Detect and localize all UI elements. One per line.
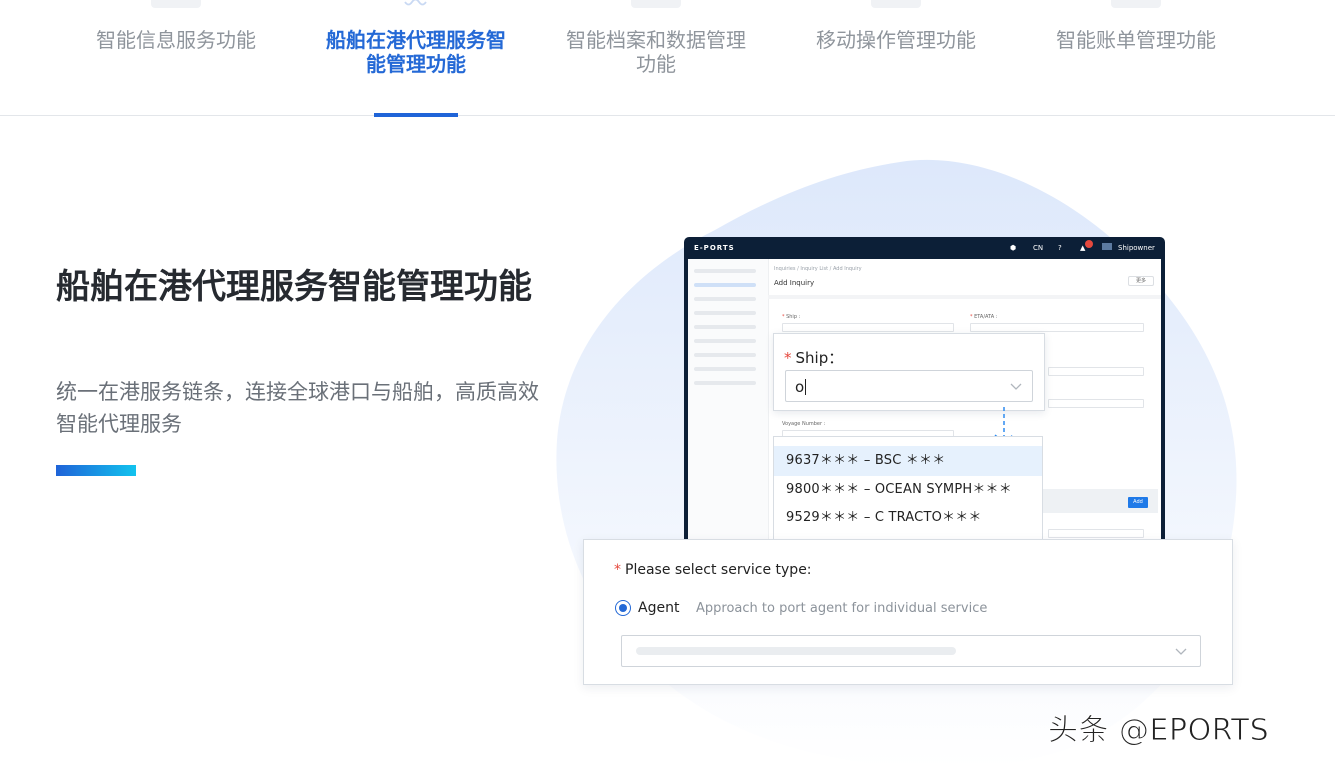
agent-radio-label[interactable]: Agent xyxy=(638,600,679,616)
divider xyxy=(768,295,1161,299)
tab-billing[interactable]: 智能账单管理功能 xyxy=(1036,0,1236,116)
form-field[interactable] xyxy=(1048,367,1144,376)
suggestion-item[interactable]: 9800＊＊＊ – OCEAN SYMPH＊＊＊ xyxy=(774,475,1042,505)
help-icon[interactable]: ? xyxy=(1058,244,1062,252)
ship-field[interactable] xyxy=(782,323,954,332)
app-sidebar xyxy=(688,259,769,547)
service-type-label: * Please select service type: xyxy=(614,562,812,578)
accent-bar xyxy=(56,465,136,476)
tab-icon-stub xyxy=(151,0,201,8)
user-menu[interactable]: Shipowner xyxy=(1118,244,1155,252)
tab-smart-info[interactable]: 智能信息服务功能 xyxy=(76,0,276,116)
add-button[interactable]: Add xyxy=(1128,497,1148,508)
ship-field-label: * Ship : xyxy=(782,314,801,320)
suggestion-item[interactable]: 9637＊＊＊ – BSC ＊＊＊ xyxy=(774,446,1042,476)
breadcrumb: Inquiries / Inquiry List / Add Inquiry xyxy=(774,266,862,272)
form-field[interactable] xyxy=(1048,399,1144,408)
tab-label: 船舶在港代理服务智能管理功能 xyxy=(326,28,506,76)
chevron-down-icon[interactable] xyxy=(1174,645,1188,657)
select-placeholder xyxy=(636,647,956,655)
tab-icon-stub xyxy=(1111,0,1161,8)
ship-input[interactable]: o xyxy=(785,370,1033,402)
tab-icon-stub xyxy=(871,0,921,8)
ship-callout-card: * Ship： o xyxy=(773,333,1045,411)
eta-field[interactable] xyxy=(970,323,1144,332)
service-type-card: * Please select service type: Agent Appro… xyxy=(583,539,1233,685)
service-select[interactable] xyxy=(621,635,1201,667)
ship-suggestion-list: 9637＊＊＊ – BSC ＊＊＊ 9800＊＊＊ – OCEAN SYMPH＊… xyxy=(773,436,1043,540)
sidebar-item[interactable] xyxy=(694,367,756,371)
text-caret xyxy=(805,379,806,395)
tab-label: 智能信息服务功能 xyxy=(96,28,256,52)
language-switch[interactable]: CN xyxy=(1033,244,1043,252)
form-field[interactable] xyxy=(1048,529,1144,538)
tab-label: 移动操作管理功能 xyxy=(816,28,976,52)
more-button[interactable]: 更多 xyxy=(1128,276,1154,286)
sidebar-item[interactable] xyxy=(694,339,756,343)
tab-label: 智能账单管理功能 xyxy=(1056,28,1216,52)
chevron-down-icon[interactable] xyxy=(1009,380,1023,392)
sidebar-item[interactable] xyxy=(694,283,756,287)
agent-radio[interactable] xyxy=(615,600,631,616)
wave-icon xyxy=(404,0,427,6)
sidebar-item[interactable] xyxy=(694,311,756,315)
sidebar-item[interactable] xyxy=(694,269,756,273)
watermark: 头条 @EPORTS xyxy=(1047,713,1270,749)
feature-subtitle: 统一在港服务链条，连接全球港口与船舶，高质高效智能代理服务 xyxy=(56,380,539,436)
page-title: Add Inquiry xyxy=(774,279,815,287)
cube-icon[interactable]: ⬢ xyxy=(1010,244,1016,252)
tab-port-agency[interactable]: 船舶在港代理服务智能管理功能 xyxy=(316,0,516,117)
ship-label: * Ship： xyxy=(784,349,844,367)
ship-input-value: o xyxy=(795,378,805,396)
sidebar-item[interactable] xyxy=(694,353,756,357)
tab-mobile-ops[interactable]: 移动操作管理功能 xyxy=(796,0,996,116)
avatar[interactable] xyxy=(1102,243,1112,250)
tab-archive-data[interactable]: 智能档案和数据管理功能 xyxy=(556,0,756,116)
voyage-field-label: Voyage Number : xyxy=(782,421,826,427)
suggestion-item[interactable]: 9529＊＊＊ – C TRACTO＊＊＊ xyxy=(774,503,1042,533)
sidebar-item[interactable] xyxy=(694,381,756,385)
notification-badge xyxy=(1085,240,1093,248)
agent-description: Approach to port agent for individual se… xyxy=(696,601,988,616)
feature-tab-bar: 智能信息服务功能 船舶在港代理服务智能管理功能 智能档案和数据管理功能 移动操作… xyxy=(0,0,1335,117)
tab-icon-stub xyxy=(631,0,681,8)
sidebar-item[interactable] xyxy=(694,297,756,301)
feature-title: 船舶在港代理服务智能管理功能 xyxy=(56,267,532,307)
active-tab-indicator xyxy=(374,113,458,117)
eta-field-label: * ETA/ATA : xyxy=(970,314,998,320)
tab-label: 智能档案和数据管理功能 xyxy=(566,28,746,76)
app-topbar: E-PORTS ⬢ CN ? ▲ Shipowner xyxy=(684,237,1165,259)
app-logo: E-PORTS xyxy=(694,244,735,252)
sidebar-item[interactable] xyxy=(694,325,756,329)
